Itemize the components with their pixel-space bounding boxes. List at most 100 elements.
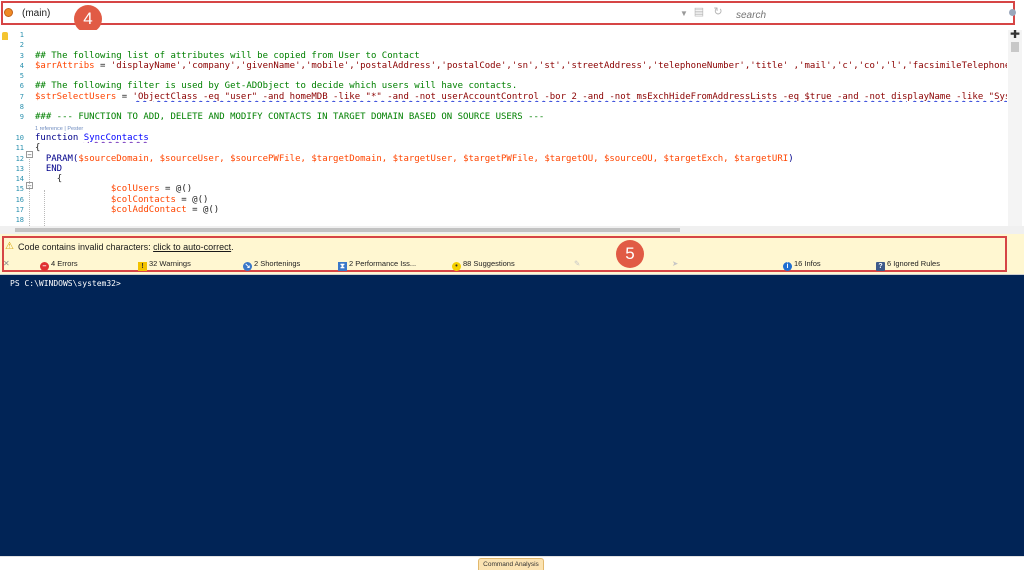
assignment-token: = @() [186, 205, 220, 216]
assignment-token: = @() [159, 184, 193, 195]
variable-token: $colContacts [110, 194, 176, 205]
ignored-rules-filter[interactable]: ? 6 Ignored Rules [876, 258, 940, 271]
errors-filter[interactable]: –4 Errors [40, 258, 78, 271]
errors-count: 4 Errors [51, 259, 78, 268]
code-line: ## The following filter is used by Get-A… [35, 81, 518, 92]
keyword-token: function [35, 132, 79, 143]
hourglass-icon: ⧗ [338, 262, 347, 271]
script-editor[interactable]: 1 2 3 4 5 6 7 8 9 10 11 12 13 14 15 16 1… [0, 30, 1024, 226]
operator-token: = [116, 91, 133, 102]
shortening-icon: ↘ [243, 262, 252, 271]
code-line: $colAddContact = @() [35, 205, 1007, 215]
performance-filter[interactable]: ⧗ 2 Performance Iss... [338, 258, 417, 271]
search-input[interactable] [730, 7, 1010, 24]
string-token: 'displayName','company','givenName','mob… [110, 60, 1007, 71]
line-number: 16 [15, 195, 24, 204]
auto-correct-link[interactable]: click to auto-correct [153, 242, 231, 252]
keyword-token: PARAM( [45, 153, 79, 164]
warnings-filter[interactable]: ! 32 Warnings [138, 258, 191, 271]
horizontal-scrollbar[interactable] [0, 226, 1024, 234]
line-number: 15 [15, 185, 24, 194]
navigation-bar: (main) ▼ ▤ ↻ [0, 0, 1024, 31]
dropdown-arrow-icon[interactable]: ▼ [680, 9, 688, 18]
shortenings-count: 2 Shortenings [254, 259, 301, 268]
indent-guide [29, 159, 30, 226]
code-line: ### --- FUNCTION TO ADD, DELETE AND MODI… [35, 112, 545, 123]
save-icon[interactable]: ▤ [693, 6, 705, 19]
paren-token: ) [788, 153, 794, 164]
variable-token: $colAddContact [110, 205, 187, 216]
variable-token: $arrAttribs [35, 60, 95, 71]
analysis-message: Code contains invalid characters: click … [18, 242, 234, 252]
references-link[interactable]: 1 reference [35, 126, 63, 132]
ignored-rules-count: 6 Ignored Rules [887, 259, 940, 268]
warning-icon: ⚠ [5, 241, 14, 252]
line-number-spacer [8, 123, 24, 133]
warnings-count: 32 Warnings [149, 259, 191, 268]
infos-count: 16 Infos [794, 259, 821, 268]
operator-token: = [94, 60, 111, 71]
suggestions-filter[interactable]: • 88 Suggestions [452, 258, 515, 271]
pester-link[interactable]: Pester [67, 126, 83, 132]
code-line: function SyncContacts [35, 133, 1007, 143]
shortenings-filter[interactable]: ↘ 2 Shortenings [243, 258, 301, 271]
string-token: 'ObjectClass -eq "user" -and homeMDB -li… [132, 91, 1007, 102]
ignored-rules-icon: ? [876, 262, 885, 271]
warning-triangle-icon: ! [138, 262, 147, 271]
line-number: 6 [19, 82, 24, 91]
analysis-message-end: . [231, 242, 234, 252]
search-icon[interactable] [1009, 9, 1016, 16]
console-prompt: PS C:\WINDOWS\system32> [10, 279, 121, 288]
infos-filter[interactable]: i 16 Infos [783, 258, 821, 271]
code-line: { [35, 143, 41, 154]
close-icon[interactable]: ✕ [3, 259, 10, 268]
script-analysis-bar: ⚠ Code contains invalid characters: clic… [0, 234, 1024, 275]
fold-toggle-icon[interactable]: − [26, 151, 33, 159]
variable-token: $strSelectUsers [35, 91, 117, 102]
line-number: 3 [19, 51, 24, 60]
line-number: 13 [15, 164, 24, 173]
brace-token: { [56, 174, 63, 185]
line-number: 12 [15, 154, 24, 163]
line-number: 1 [19, 31, 24, 39]
powershell-console[interactable]: PS C:\WINDOWS\system32> [0, 275, 1024, 556]
split-editor-icon[interactable]: ✚ [1008, 30, 1022, 40]
variable-token: $sourceDomain, $sourceUser, $sourcePWFil… [78, 153, 789, 164]
lightbulb-icon: • [452, 262, 461, 271]
error-icon: – [40, 262, 49, 271]
code-line: ## The following list of attributes will… [35, 50, 420, 61]
scope-selector[interactable]: (main) [22, 8, 50, 19]
assignment-token: = @() [175, 194, 209, 205]
disabled-filter-icon: ➤ [672, 259, 679, 268]
code-line: $colContacts = @() [35, 195, 1007, 205]
search-field[interactable] [730, 5, 1010, 24]
code-area[interactable]: ## The following list of attributes will… [35, 30, 1007, 215]
powershell-scope-icon [4, 8, 13, 17]
code-lens: 1 reference | Pester [35, 123, 1007, 133]
suggestions-count: 88 Suggestions [463, 259, 515, 268]
tab-command-analysis[interactable]: Command Analysis [478, 558, 544, 570]
line-number-gutter: 1 2 3 4 5 6 7 8 9 10 11 12 13 14 15 16 1… [8, 30, 24, 226]
code-line: $colUsers = @() [35, 184, 1007, 194]
line-number: 10 [15, 133, 24, 142]
code-line: $arrAttribs = 'displayName','company','g… [35, 61, 1007, 71]
line-number: 7 [19, 92, 24, 101]
info-icon: i [783, 262, 792, 271]
line-number: 17 [15, 206, 24, 215]
keyword-token: END [45, 163, 63, 174]
performance-count: 2 Performance Iss... [349, 259, 417, 268]
line-number: 14 [15, 175, 24, 184]
code-line: { [35, 174, 1007, 184]
function-name-token: SyncContacts [83, 132, 149, 143]
scrollbar-thumb[interactable] [1011, 42, 1019, 52]
refresh-icon[interactable]: ↻ [712, 6, 724, 19]
lens-separator: | [64, 125, 66, 132]
scrollbar-thumb[interactable] [15, 228, 680, 232]
vertical-scrollbar[interactable]: ✚ [1008, 30, 1022, 226]
line-number: 18 [15, 216, 24, 225]
callout-badge-4: 4 [74, 5, 102, 33]
